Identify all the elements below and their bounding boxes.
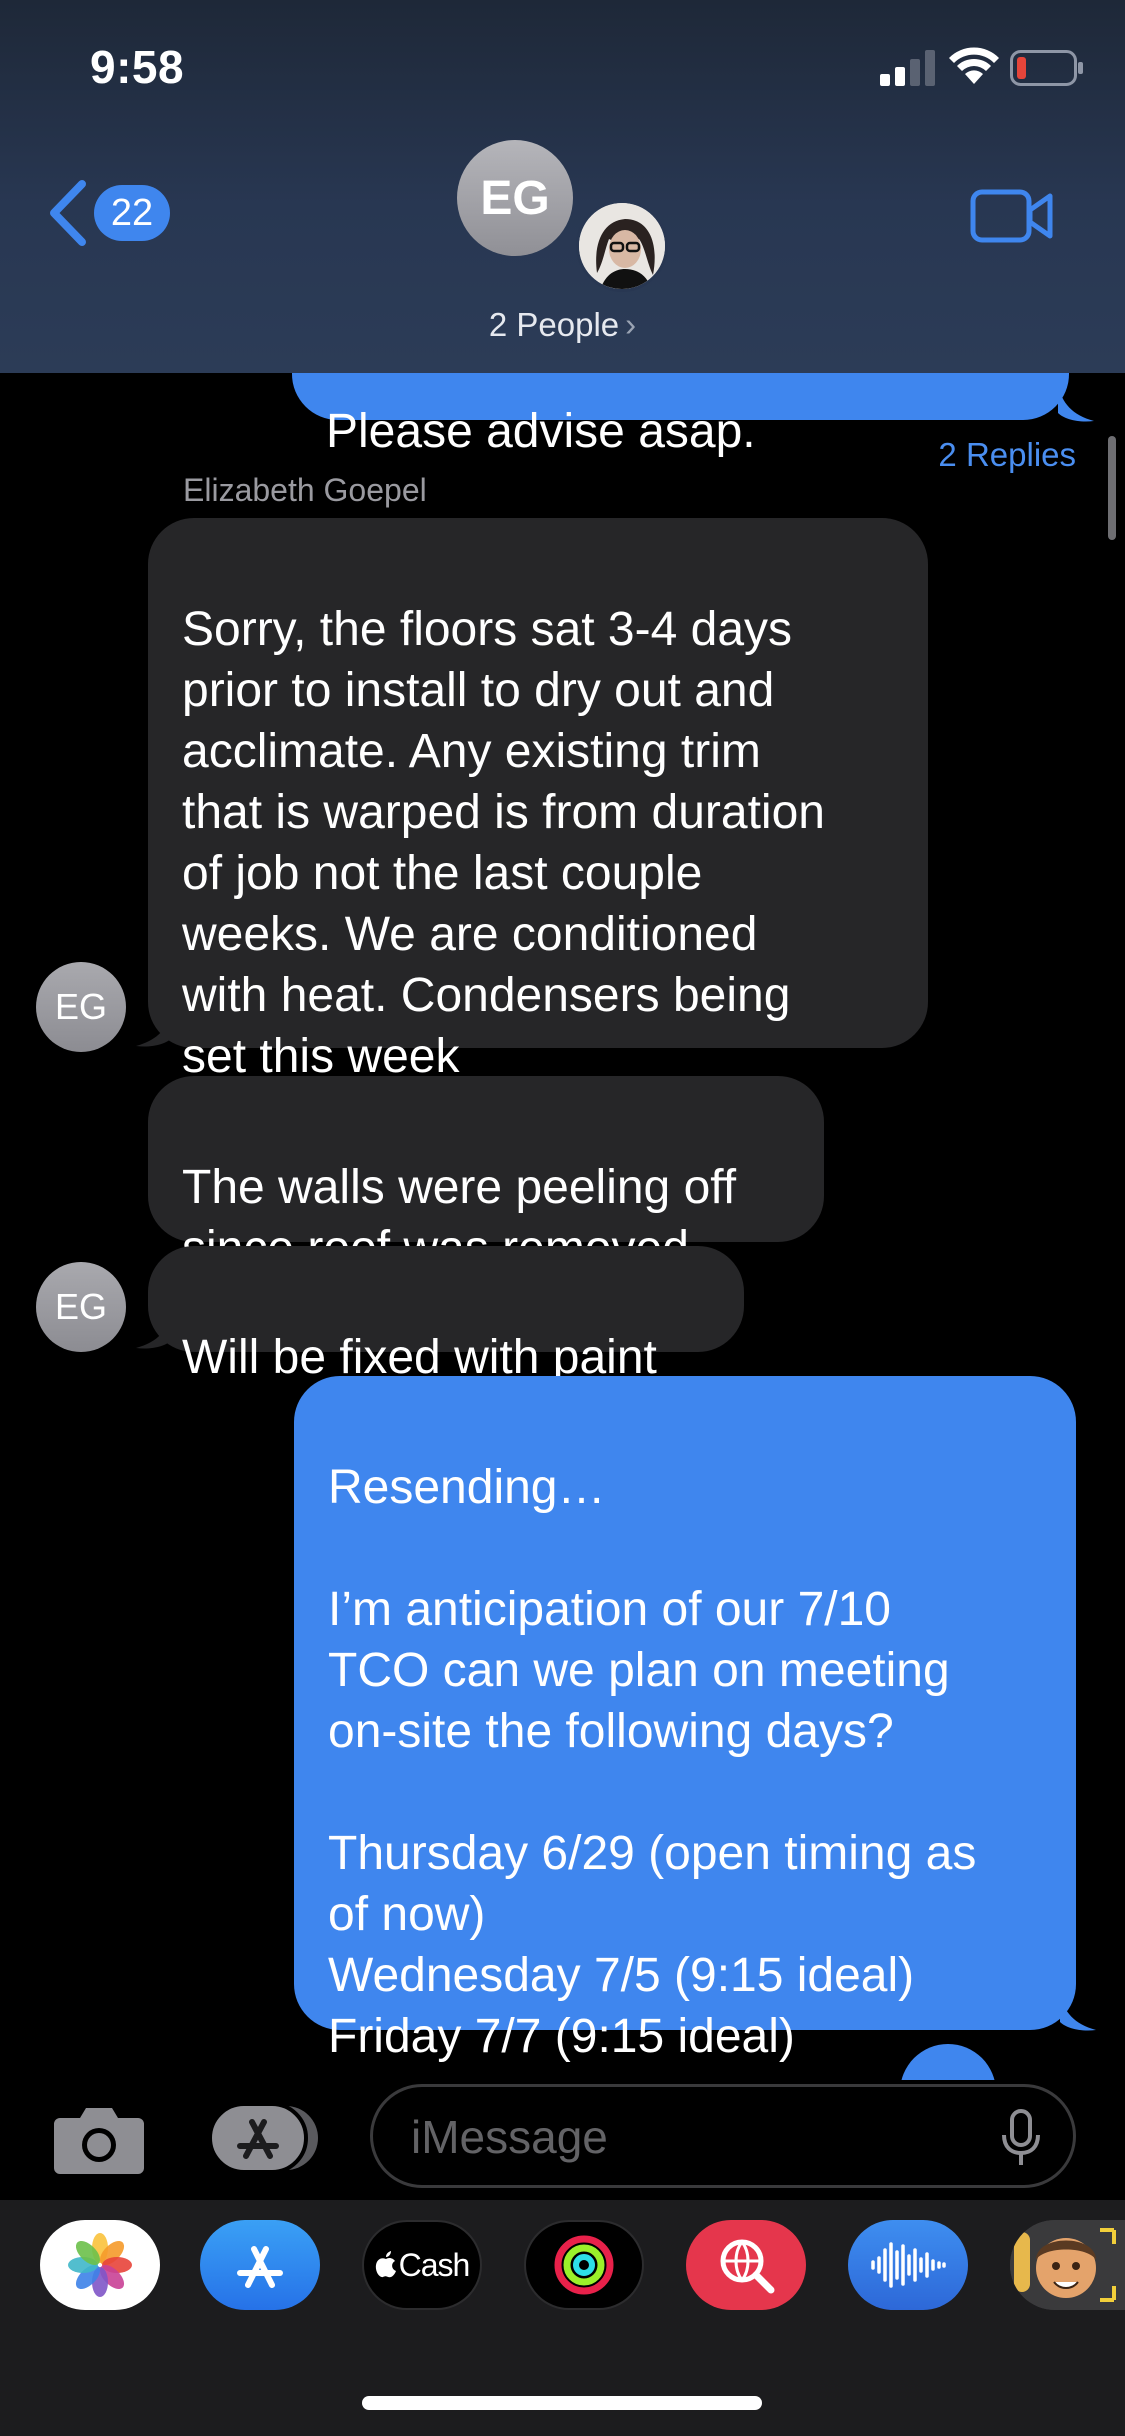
facetime-video-icon[interactable] <box>970 188 1054 244</box>
bubble-tail <box>136 1312 172 1349</box>
sender-avatar[interactable]: EG <box>36 1262 126 1352</box>
cellular-signal-icon <box>880 50 935 86</box>
message-bubble-incoming[interactable]: Sorry, the floors sat 3-4 days prior to … <box>148 518 928 1083</box>
app-store-app-button[interactable] <box>200 2220 320 2310</box>
chevron-right-icon: › <box>625 306 637 343</box>
memoji-icon <box>1010 2220 1120 2310</box>
apple-cash-label: Cash <box>398 2246 471 2283</box>
web-search-app-button[interactable] <box>686 2220 806 2310</box>
back-button[interactable]: 22 <box>46 178 170 248</box>
bubble-tail <box>1060 1994 1096 2031</box>
photos-icon <box>68 2233 132 2297</box>
photos-app-button[interactable] <box>40 2220 160 2310</box>
app-store-icon <box>237 2246 283 2288</box>
replies-link[interactable]: 2 Replies <box>938 436 1076 474</box>
status-time: 9:58 <box>90 41 185 93</box>
app-store-drawer-button[interactable] <box>208 2100 320 2176</box>
message-text: Resending… I’m anticipation of our 7/10 … <box>328 1461 977 2063</box>
person-photo-icon <box>579 203 665 289</box>
scroll-indicator[interactable] <box>1108 436 1116 540</box>
apple-cash-app-button[interactable]: Cash <box>362 2220 482 2310</box>
battery-low-icon <box>1010 50 1083 86</box>
group-avatar-initials[interactable]: EG <box>457 140 573 256</box>
home-indicator[interactable] <box>362 2396 762 2410</box>
apple-logo-icon <box>375 2251 396 2278</box>
people-count-label: 2 People <box>488 306 620 343</box>
wifi-icon <box>949 47 999 84</box>
message-bubble-incoming[interactable]: The walls were peeling off since roof wa… <box>148 1076 824 1275</box>
message-bubble-outgoing[interactable]: Resending… I’m anticipation of our 7/10 … <box>294 1376 1076 2063</box>
sender-avatar[interactable]: EG <box>36 962 126 1052</box>
microphone-icon[interactable] <box>1001 2109 1041 2167</box>
conversation-header: 9:58 22 EG 2 People › <box>0 0 1125 373</box>
activity-rings-icon <box>554 2235 614 2295</box>
chevron-left-icon <box>50 180 86 246</box>
bubble-tail <box>136 1010 172 1047</box>
bubble-tail <box>1058 385 1094 422</box>
contact-photo-avatar[interactable] <box>576 200 668 292</box>
message-bubble-incoming[interactable]: Will be fixed with paint <box>148 1246 744 1384</box>
imessage-input[interactable] <box>370 2084 1076 2188</box>
audio-message-app-button[interactable] <box>848 2220 968 2310</box>
camera-icon[interactable] <box>52 2102 146 2176</box>
memoji-app-button[interactable] <box>1010 2220 1125 2310</box>
sender-name: Elizabeth Goepel <box>183 472 427 508</box>
people-details-link[interactable]: 2 People › <box>0 306 1125 344</box>
app-store-icon <box>208 2102 318 2174</box>
message-text: Please advise asap. <box>326 405 756 458</box>
unread-count-badge: 22 <box>94 185 170 241</box>
waveform-icon <box>871 2242 946 2288</box>
message-bubble-outgoing-partial[interactable] <box>900 2044 996 2080</box>
message-text-field[interactable] <box>411 2109 971 2165</box>
message-text: Sorry, the floors sat 3-4 days prior to … <box>182 603 825 1083</box>
globe-search-icon <box>720 2239 775 2294</box>
fitness-app-button[interactable] <box>524 2220 644 2310</box>
